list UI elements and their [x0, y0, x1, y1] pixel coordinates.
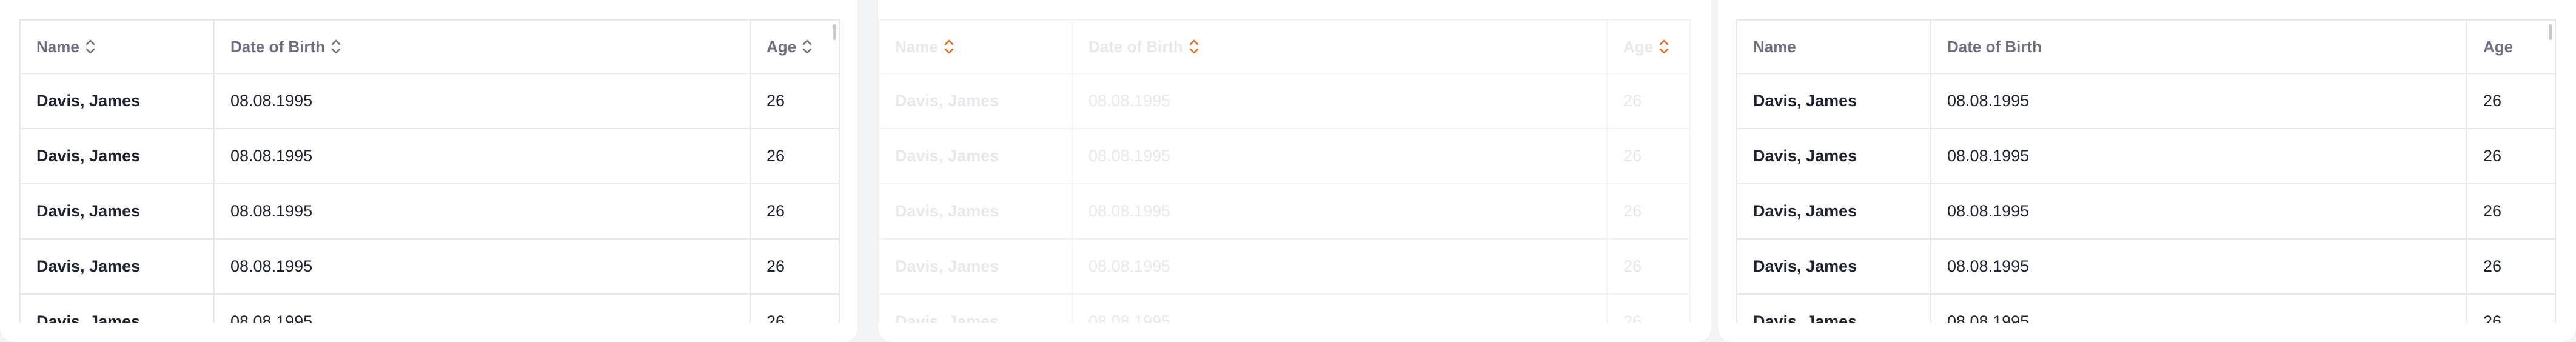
cell-dob: 08.08.1995 — [1072, 184, 1606, 238]
cell-dob: 08.08.1995 — [213, 295, 750, 323]
cell-age: 26 — [2466, 129, 2555, 183]
table-row: Davis, James 08.08.1995 26 — [879, 295, 1689, 323]
table-row[interactable]: Davis, James 08.08.1995 26 — [1737, 184, 2555, 240]
cell-name: Davis, James — [1753, 92, 1857, 110]
cell-name: Davis, James — [36, 202, 141, 220]
table-row[interactable]: Davis, James 08.08.1995 26 — [1737, 240, 2555, 295]
column-header-label: Date of Birth — [230, 37, 325, 56]
table-row[interactable]: Davis, James 08.08.1995 26 — [1737, 74, 2555, 129]
cell-age: 26 — [750, 129, 839, 183]
cell-name: Davis, James — [1753, 147, 1857, 165]
cell-name: Davis, James — [36, 92, 141, 110]
cell-name: Davis, James — [895, 257, 999, 275]
table-row[interactable]: Davis, James 08.08.1995 26 — [1737, 295, 2555, 323]
column-header-label: Age — [1623, 37, 1654, 56]
cell-dob: 08.08.1995 — [213, 240, 750, 293]
cell-dob: 08.08.1995 — [213, 74, 750, 128]
column-header-name[interactable]: Name — [21, 21, 213, 73]
cell-age: 26 — [750, 295, 839, 323]
cell-name: Davis, James — [895, 312, 999, 323]
data-table: Name Date of Birth Age Davis, James 08.0… — [1736, 19, 2556, 323]
table-row[interactable]: Davis, James 08.08.1995 26 — [21, 240, 839, 295]
sort-icon[interactable] — [802, 39, 812, 55]
table-card-disabled: Name Date of Birth Age Davis, James 08.0… — [878, 0, 1711, 342]
cell-name: Davis, James — [36, 147, 141, 165]
cell-age: 26 — [750, 240, 839, 293]
sort-icon[interactable] — [331, 39, 341, 55]
table-header-row: Name Date of Birth Age — [1737, 21, 2555, 74]
data-table: Name Date of Birth Age Davis, James 08.0… — [878, 19, 1691, 323]
table-row[interactable]: Davis, James 08.08.1995 26 — [21, 129, 839, 184]
cell-dob: 08.08.1995 — [1072, 240, 1606, 293]
column-header-age: Age — [1606, 21, 1689, 73]
cell-age: 26 — [2466, 295, 2555, 323]
table-row[interactable]: Davis, James 08.08.1995 26 — [1737, 129, 2555, 184]
table-variants: Name Date of Birth Age Davis, James 08.0… — [0, 0, 2576, 342]
cell-age: 26 — [1606, 240, 1689, 293]
cell-dob: 08.08.1995 — [1930, 240, 2466, 293]
sort-icon — [944, 39, 954, 55]
cell-age: 26 — [2466, 240, 2555, 293]
cell-dob: 08.08.1995 — [1930, 184, 2466, 238]
cell-dob: 08.08.1995 — [1072, 129, 1606, 183]
cell-age: 26 — [1606, 74, 1689, 128]
cell-age: 26 — [1606, 129, 1689, 183]
sort-icon[interactable] — [86, 39, 95, 55]
cell-name: Davis, James — [1753, 202, 1857, 220]
column-header-label: Name — [36, 37, 79, 56]
cell-age: 26 — [2466, 74, 2555, 128]
table-row: Davis, James 08.08.1995 26 — [879, 74, 1689, 129]
cell-name: Davis, James — [895, 147, 999, 165]
column-header-name: Name — [1753, 37, 1796, 56]
table-row[interactable]: Davis, James 08.08.1995 26 — [21, 74, 839, 129]
cell-name: Davis, James — [36, 312, 141, 323]
table-card-plain: Name Date of Birth Age Davis, James 08.0… — [1718, 0, 2576, 342]
cell-dob: 08.08.1995 — [1072, 295, 1606, 323]
sort-icon — [1659, 39, 1669, 55]
cell-dob: 08.08.1995 — [1930, 74, 2466, 128]
scrollbar[interactable] — [833, 24, 836, 40]
cell-age: 26 — [1606, 295, 1689, 323]
cell-name: Davis, James — [895, 202, 999, 220]
column-header-dob[interactable]: Date of Birth — [213, 21, 750, 73]
cell-dob: 08.08.1995 — [213, 129, 750, 183]
cell-dob: 08.08.1995 — [1930, 295, 2466, 323]
cell-dob: 08.08.1995 — [1072, 74, 1606, 128]
table-header-row: Name Date of Birth Age — [879, 21, 1689, 74]
cell-age: 26 — [1606, 184, 1689, 238]
cell-age: 26 — [750, 74, 839, 128]
table-row[interactable]: Davis, James 08.08.1995 26 — [21, 295, 839, 323]
table-header-row: Name Date of Birth Age — [21, 21, 839, 74]
scrollbar[interactable] — [2549, 24, 2552, 40]
cell-age: 26 — [2466, 184, 2555, 238]
column-header-label: Date of Birth — [1088, 37, 1183, 56]
cell-name: Davis, James — [36, 257, 141, 275]
cell-name: Davis, James — [1753, 257, 1857, 275]
cell-dob: 08.08.1995 — [213, 184, 750, 238]
sort-icon — [1189, 39, 1199, 55]
column-header-label: Name — [895, 37, 938, 56]
column-header-label: Age — [766, 37, 797, 56]
table-row[interactable]: Davis, James 08.08.1995 26 — [21, 184, 839, 240]
column-header-age: Age — [2466, 21, 2555, 73]
column-header-dob: Date of Birth — [1072, 21, 1606, 73]
data-table: Name Date of Birth Age Davis, James 08.0… — [19, 19, 840, 323]
cell-age: 26 — [750, 184, 839, 238]
cell-dob: 08.08.1995 — [1930, 129, 2466, 183]
table-card-sortable: Name Date of Birth Age Davis, James 08.0… — [0, 0, 857, 342]
cell-name: Davis, James — [895, 92, 999, 110]
column-header-age[interactable]: Age — [750, 21, 839, 73]
table-row: Davis, James 08.08.1995 26 — [879, 129, 1689, 184]
table-row: Davis, James 08.08.1995 26 — [879, 184, 1689, 240]
column-header-name: Name — [879, 21, 1072, 73]
column-header-dob: Date of Birth — [1930, 21, 2466, 73]
cell-name: Davis, James — [1753, 312, 1857, 323]
table-row: Davis, James 08.08.1995 26 — [879, 240, 1689, 295]
